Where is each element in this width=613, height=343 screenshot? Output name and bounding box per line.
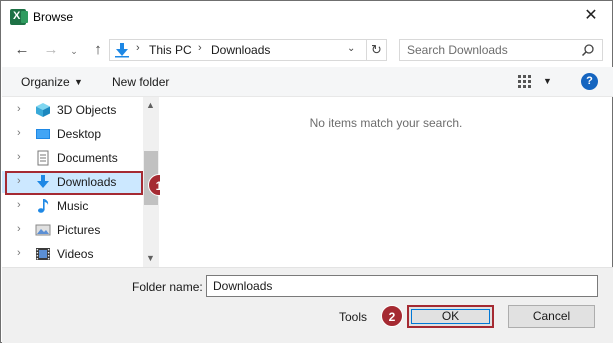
nav-item-label: Pictures [57,223,101,237]
expand-chevron-icon[interactable]: › [17,223,21,235]
scroll-up-icon[interactable]: ▲ [146,100,155,110]
folder-name-label: Folder name: [132,280,203,294]
tools-menu[interactable]: Tools [339,310,367,324]
recent-locations-dropdown[interactable]: ⌄ [65,42,83,60]
expand-chevron-icon[interactable]: › [17,199,21,211]
expand-chevron-icon[interactable]: › [17,247,21,259]
ok-button[interactable]: OK [407,305,494,328]
nav-item-3d-objects[interactable]: › 3D Objects [2,99,143,121]
nav-item-desktop[interactable]: › Desktop [2,123,143,145]
expand-chevron-icon[interactable]: › [17,103,21,115]
up-button[interactable]: ↑ [89,41,107,59]
empty-results-message: No items match your search. [309,116,463,130]
new-folder-button[interactable]: New folder [112,75,169,89]
nav-item-documents[interactable]: › Documents [2,147,143,169]
cancel-button[interactable]: Cancel [508,305,595,328]
address-separator[interactable]: › [198,42,202,54]
nav-item-label: 3D Objects [57,103,117,117]
ok-button-focus-ring [411,309,490,324]
downloads-highlight-box [5,171,143,195]
nav-item-videos[interactable]: › Videos [2,243,143,265]
nav-item-label: Videos [57,247,94,261]
search-icon[interactable] [581,43,595,57]
search-box[interactable]: Search Downloads [399,39,603,61]
excel-icon [10,9,28,25]
step-badge-2: 2 [381,305,403,327]
view-options-caret-icon[interactable]: ▼ [543,76,552,86]
3d-objects-icon [36,103,50,117]
expand-chevron-icon[interactable]: › [17,151,21,163]
refresh-button[interactable]: ↻ [366,40,386,60]
search-input[interactable]: Search Downloads [407,43,508,57]
pictures-icon [35,224,51,236]
close-button[interactable]: ✕ [581,6,601,26]
forward-button[interactable]: → [42,41,60,59]
nav-item-pictures[interactable]: › Pictures [2,219,143,241]
title-bar: Browse ✕ [1,1,612,33]
browse-dialog: Browse ✕ ← → ⌄ ↑ › This PC › Downloads ⌄… [0,0,613,343]
downloads-folder-icon [115,43,129,58]
back-button[interactable]: ← [13,41,31,59]
nav-item-label: Desktop [57,127,102,141]
nav-item-label: Music [57,199,89,213]
organize-button[interactable]: Organize [21,75,70,89]
videos-icon [36,248,50,260]
file-list-pane[interactable]: No items match your search. [160,97,612,267]
window-title: Browse [33,10,74,24]
address-crumb-downloads[interactable]: Downloads [211,43,270,57]
expand-chevron-icon[interactable]: › [17,127,21,139]
address-crumb-this-pc[interactable]: This PC [149,43,192,57]
address-bar[interactable]: › This PC › Downloads ⌄ ↻ [109,39,387,61]
folder-name-field[interactable] [206,275,598,297]
address-dropdown-button[interactable]: ⌄ [347,43,355,54]
nav-item-label: Documents [57,151,118,165]
music-icon [38,199,49,213]
nav-item-music[interactable]: › Music [2,195,143,217]
documents-icon [37,150,49,166]
view-options-icon[interactable] [517,74,533,90]
address-separator[interactable]: › [136,42,140,54]
scroll-down-icon[interactable]: ▼ [146,253,155,263]
desktop-icon [36,129,50,139]
help-icon[interactable]: ? [581,73,598,90]
organize-caret-icon[interactable]: ▼ [74,77,83,87]
